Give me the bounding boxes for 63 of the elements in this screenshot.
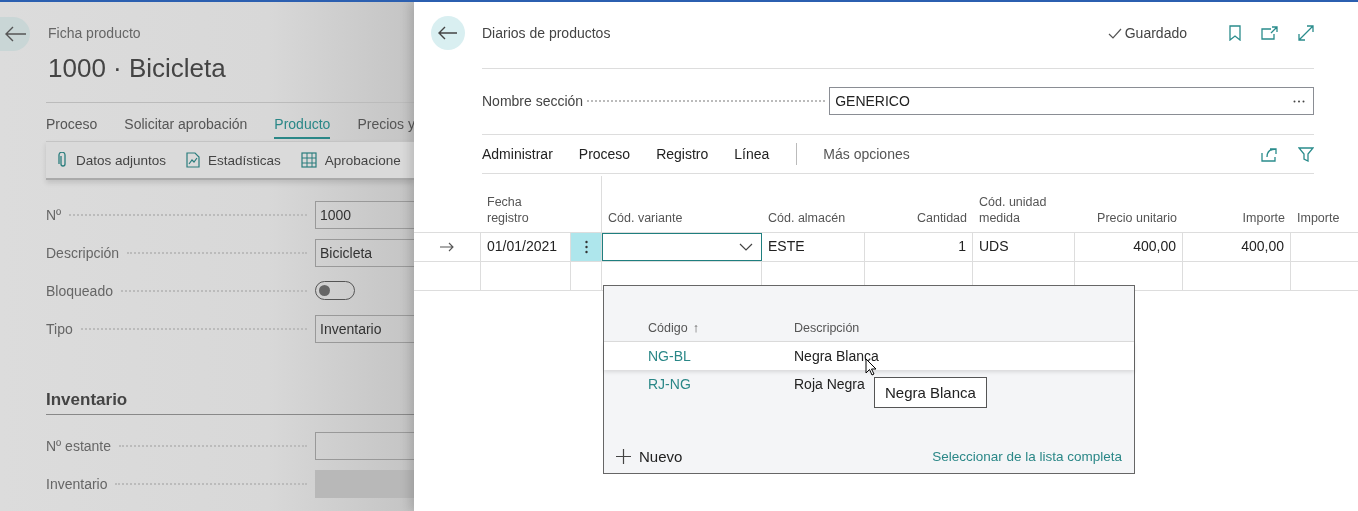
- paperclip-icon: [58, 152, 68, 168]
- save-status: Guardado: [1124, 25, 1187, 41]
- menu-item[interactable]: Administrar: [482, 146, 553, 162]
- code-text[interactable]: NG-BL: [648, 348, 794, 364]
- field-label: Descripción: [46, 245, 120, 261]
- table-cell[interactable]: UDS: [973, 233, 1075, 261]
- chart-document-icon: [186, 152, 201, 168]
- table-cell[interactable]: 400,00: [1075, 233, 1183, 261]
- menu-item[interactable]: Línea: [734, 146, 770, 162]
- new-button[interactable]: Nuevo: [616, 447, 683, 465]
- column-header[interactable]: Descripción: [794, 321, 860, 335]
- more-icon[interactable]: [1293, 99, 1305, 103]
- pop-out-icon[interactable]: [1261, 26, 1278, 40]
- chevron-down-icon: [739, 243, 753, 251]
- tab[interactable]: Precios y: [357, 116, 414, 139]
- back-arrow-icon: [5, 26, 27, 42]
- column-header[interactable]: Cód. unidad medida: [979, 194, 1059, 226]
- field-label: Bloqueado: [46, 283, 113, 299]
- page-caption: Ficha producto: [48, 25, 142, 41]
- action-button[interactable]: Aprobacione: [300, 152, 401, 168]
- column-header[interactable]: Cód. almacén: [768, 210, 846, 226]
- plus-icon: [616, 448, 631, 464]
- menu-item[interactable]: Registro: [656, 146, 709, 162]
- dropdown-field[interactable]: [602, 233, 762, 261]
- column-header[interactable]: Cód. variante: [608, 210, 683, 226]
- back-arrow-icon: [438, 26, 458, 40]
- field-label: Nombre sección: [482, 93, 584, 109]
- vertical-dots-icon: [584, 240, 588, 254]
- column-header[interactable]: Código ↑: [648, 320, 794, 335]
- share-icon[interactable]: [1261, 146, 1278, 162]
- table-cell[interactable]: ESTE: [762, 233, 865, 261]
- field-label: Inventario: [46, 476, 108, 492]
- column-header[interactable]: Precio unitario: [1097, 210, 1177, 226]
- back-button[interactable]: [0, 17, 30, 51]
- select-full-list-link[interactable]: Seleccionar de la lista completa: [932, 448, 1122, 464]
- menu-item[interactable]: Proceso: [578, 146, 631, 162]
- tab[interactable]: Proceso: [46, 116, 98, 139]
- field-label: Tipo: [46, 321, 73, 337]
- field-label: Nº estante: [46, 438, 112, 454]
- section-heading: Inventario: [46, 390, 414, 415]
- back-button[interactable]: [431, 16, 465, 50]
- input-field[interactable]: GENERICO: [829, 87, 1314, 115]
- page-title: 1000 · Bicicleta: [48, 53, 226, 84]
- column-header[interactable]: Importe: [1297, 210, 1340, 226]
- code-text[interactable]: RJ-NG: [648, 376, 794, 392]
- action-button[interactable]: Datos adjuntos: [58, 152, 167, 168]
- table-cell[interactable]: 1: [865, 233, 973, 261]
- column-header[interactable]: Importe: [1242, 210, 1285, 226]
- filter-icon[interactable]: [1298, 146, 1314, 162]
- bookmark-icon[interactable]: [1229, 25, 1241, 41]
- check-icon: [1107, 27, 1122, 39]
- table-cell[interactable]: 400,00: [1183, 233, 1291, 261]
- field-label: Nº: [46, 207, 62, 223]
- description-text: Roja Negra: [794, 376, 865, 392]
- column-header[interactable]: Fecha registro: [487, 194, 537, 226]
- column-header[interactable]: Cantidad: [916, 210, 967, 226]
- page-title: Diarios de productos: [482, 25, 612, 41]
- menu-item[interactable]: Más opciones: [823, 146, 910, 162]
- expand-icon[interactable]: [1298, 25, 1314, 41]
- description-text: Negra Blanca: [794, 348, 879, 364]
- action-button[interactable]: Estadísticas: [186, 152, 281, 168]
- tab[interactable]: Solicitar aprobación: [124, 116, 248, 139]
- tooltip: Negra Blanca: [874, 377, 987, 408]
